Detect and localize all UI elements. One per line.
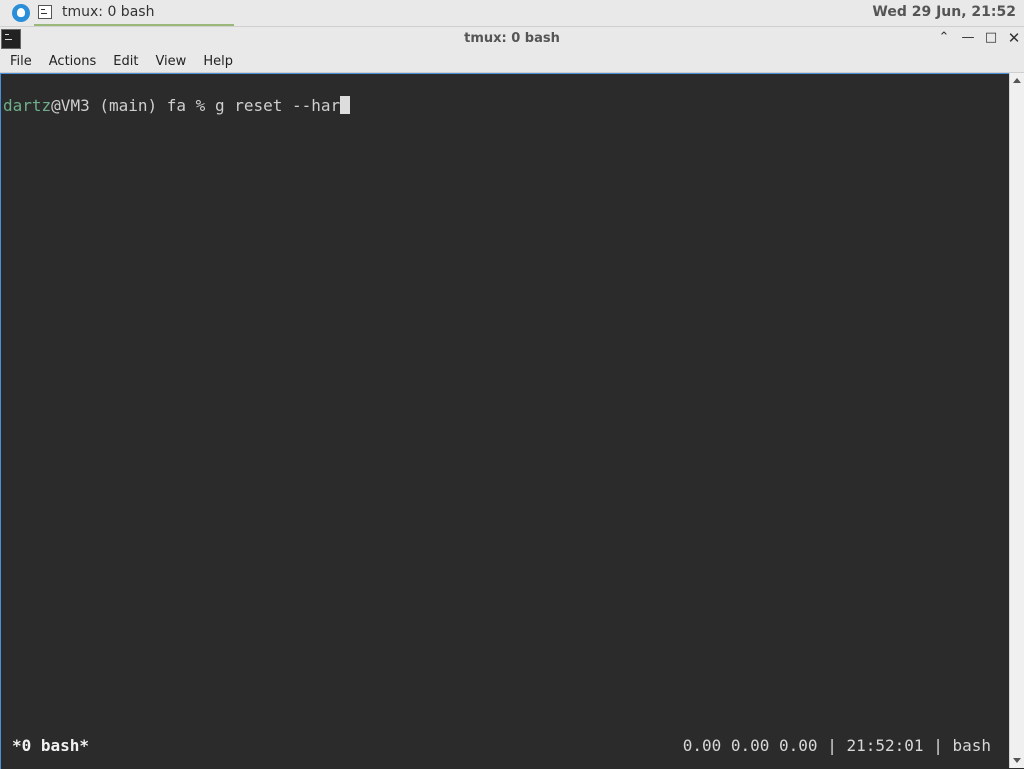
chevron-up-icon[interactable]: ⌃ <box>936 30 952 46</box>
prompt-host: @VM3 (main) fa % <box>51 96 215 115</box>
maximize-icon[interactable]: □ <box>983 30 999 46</box>
menu-help[interactable]: Help <box>196 54 240 69</box>
menu-view[interactable]: View <box>148 54 193 69</box>
minimize-icon[interactable]: — <box>960 30 976 46</box>
status-separator: | <box>933 736 943 755</box>
window-title: tmux: 0 bash <box>464 31 560 46</box>
menu-bar: File Actions Edit View Help <box>0 50 1024 73</box>
command-text: g reset --har <box>214 96 341 115</box>
status-separator: | <box>827 736 837 755</box>
terminal-area[interactable]: dartz@VM3 (main) fa % g reset --har *0 b… <box>0 73 1023 769</box>
text-cursor <box>340 96 351 114</box>
status-time: 21:52:01 <box>846 736 924 755</box>
tmux-window-list: *0 bash* <box>12 736 90 755</box>
terminal-icon <box>38 5 52 19</box>
tmux-status-right: 0.00 0.00 0.00 | 21:52:01 | bash <box>683 736 991 755</box>
taskbar-item-label: tmux: 0 bash <box>62 4 155 20</box>
panel-clock[interactable]: Wed 29 Jun, 21:52 <box>872 4 1016 20</box>
scroll-up-icon[interactable] <box>1013 78 1021 83</box>
window-titlebar[interactable]: tmux: 0 bash ⌃ — □ ✕ <box>0 26 1024 51</box>
taskbar-item-tmux[interactable]: tmux: 0 bash <box>34 0 234 26</box>
menu-edit[interactable]: Edit <box>106 54 145 69</box>
top-panel: tmux: 0 bash Wed 29 Jun, 21:52 <box>0 0 1024 26</box>
scrollbar[interactable] <box>1009 73 1024 768</box>
prompt-user: dartz <box>3 96 52 115</box>
menu-file[interactable]: File <box>3 54 39 69</box>
prompt-line: dartz@VM3 (main) fa % g reset --har <box>3 96 351 115</box>
load-average: 0.00 0.00 0.00 <box>682 736 818 755</box>
menu-actions[interactable]: Actions <box>42 54 104 69</box>
session-name: bash <box>952 736 991 755</box>
scroll-down-icon[interactable] <box>1013 758 1021 763</box>
whisker-menu-icon[interactable] <box>12 4 30 22</box>
close-icon[interactable]: ✕ <box>1006 30 1022 46</box>
